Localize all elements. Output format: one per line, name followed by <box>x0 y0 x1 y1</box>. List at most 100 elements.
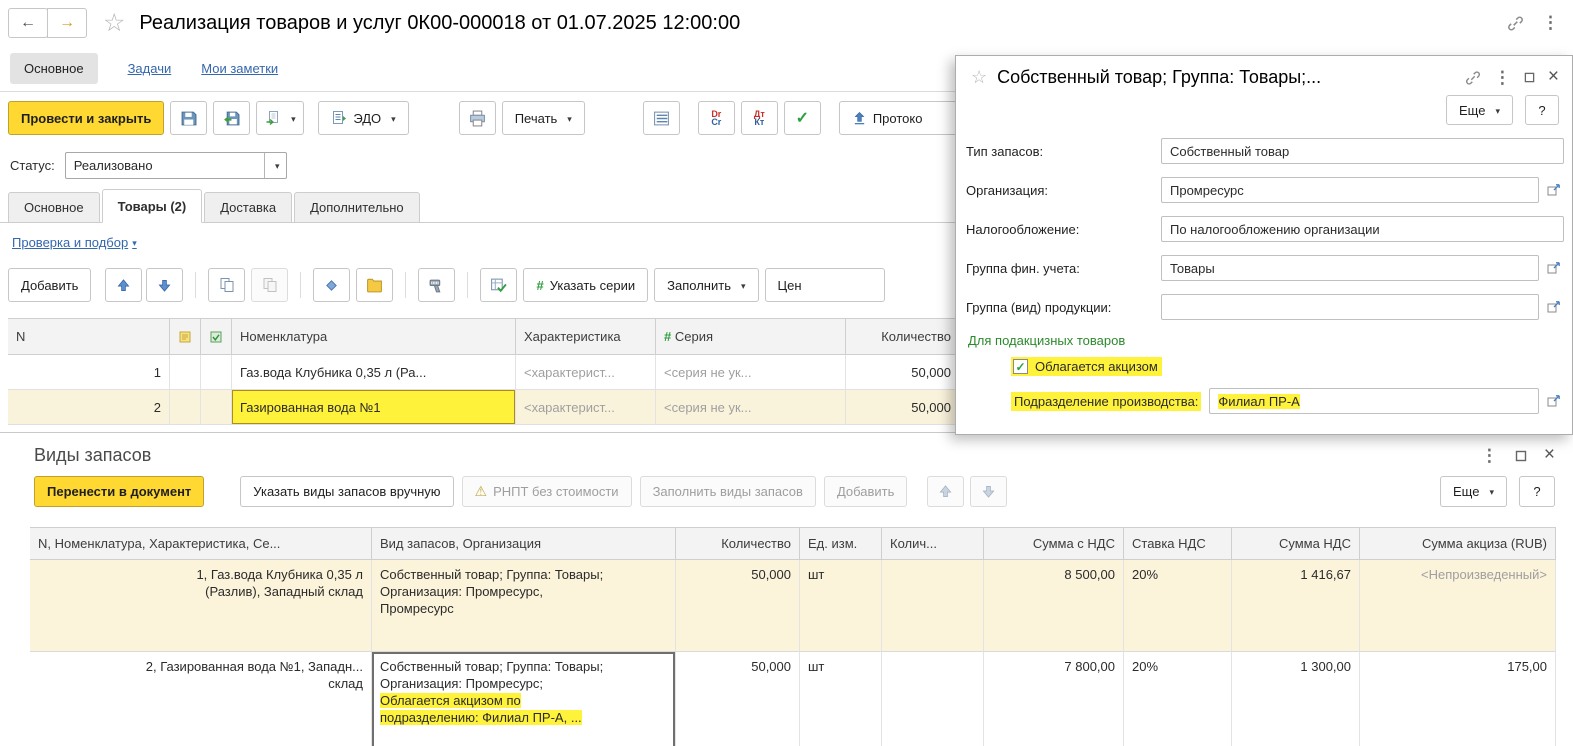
prod-group-open-button[interactable] <box>1544 297 1564 317</box>
tab-delivery[interactable]: Доставка <box>204 192 293 222</box>
cell-quantity2[interactable] <box>882 560 984 652</box>
save-button[interactable] <box>170 101 208 135</box>
open-folder-button[interactable] <box>356 268 394 302</box>
cell-item[interactable]: 1, Газ.вода Клубника 0,35 л (Разлив), За… <box>30 560 372 652</box>
taxation-input[interactable]: По налогообложению организации <box>1161 216 1564 242</box>
cell-excise-sum[interactable]: 175,00 <box>1360 652 1556 746</box>
organization-input[interactable]: Промресурс <box>1161 177 1539 203</box>
edo-button[interactable]: ЭДО <box>318 101 409 135</box>
move-down-button[interactable] <box>146 268 184 302</box>
panel-maximize-icon[interactable] <box>1515 450 1527 462</box>
cell-quantity[interactable]: 50,000 <box>846 390 960 425</box>
cell-vat-sum[interactable]: 1 300,00 <box>1232 652 1360 746</box>
division-open-button[interactable] <box>1544 391 1564 411</box>
tab-additional[interactable]: Дополнительно <box>294 192 420 222</box>
nav-item-notes[interactable]: Мои заметки <box>201 61 278 76</box>
stock-more-button[interactable]: Еще <box>1440 476 1507 507</box>
cell-series[interactable]: <серия не ук... <box>656 355 846 390</box>
stock-move-down-button[interactable] <box>970 476 1008 507</box>
panel-close-icon[interactable] <box>1544 448 1555 463</box>
fill-button[interactable]: Заполнить <box>654 268 759 302</box>
cell-flag-2[interactable] <box>201 390 232 425</box>
fin-group-input[interactable]: Товары <box>1161 255 1539 281</box>
copy-link-icon[interactable] <box>1465 70 1481 86</box>
cell-flag-2[interactable] <box>201 355 232 390</box>
post-and-close-button[interactable]: Провести и закрыть <box>8 101 165 135</box>
cell-n[interactable]: 1 <box>8 355 170 390</box>
fill-stock-kinds-button[interactable]: Заполнить виды запасов <box>639 476 816 507</box>
cell-sum-vat[interactable]: 8 500,00 <box>984 560 1124 652</box>
cell-flag-1[interactable] <box>170 355 201 390</box>
cell-vat-sum[interactable]: 1 416,67 <box>1232 560 1360 652</box>
check-and-pick-link[interactable]: Проверка и подбор <box>12 235 137 250</box>
back-button[interactable] <box>8 8 48 38</box>
copy-row-button[interactable] <box>208 268 246 302</box>
cell-characteristic[interactable]: <характерист... <box>516 355 656 390</box>
cell-kind[interactable]: Собственный товар; Группа: Товары; Орган… <box>372 560 676 652</box>
barcode-scanner-button[interactable] <box>418 268 456 302</box>
nav-item-main[interactable]: Основное <box>10 53 98 84</box>
create-based-on-button[interactable] <box>256 101 305 135</box>
panel-more-menu-icon[interactable] <box>1481 446 1498 466</box>
cell-unit[interactable]: шт <box>800 652 882 746</box>
add-row-button[interactable]: Добавить <box>8 268 92 302</box>
dr-cr-button[interactable]: Dr Cr <box>697 101 735 135</box>
cell-quantity[interactable]: 50,000 <box>846 355 960 390</box>
division-input[interactable]: Филиал ПР-А <box>1209 388 1539 414</box>
status-combobox[interactable]: Реализовано <box>64 151 287 179</box>
organization-open-button[interactable] <box>1544 180 1564 200</box>
excise-group-header[interactable]: Для подакцизных товаров <box>968 333 1564 348</box>
copy-link-icon[interactable] <box>1507 15 1524 32</box>
cell-kind-selected[interactable]: Собственный товар; Группа: Товары; Орган… <box>372 652 676 746</box>
dt-kt-button[interactable]: Дт Кт <box>740 101 778 135</box>
cell-excise-sum[interactable]: <Непроизведенный> <box>1360 560 1556 652</box>
print-icon-button[interactable] <box>458 101 496 135</box>
card-help-button[interactable]: ? <box>1525 95 1559 125</box>
structure-button[interactable] <box>313 268 351 302</box>
prices-button[interactable]: Цен <box>764 268 885 302</box>
cell-nomenclature-selected[interactable]: Газированная вода №1 <box>232 390 516 425</box>
cell-quantity[interactable]: 50,000 <box>676 560 800 652</box>
stock-move-up-button[interactable] <box>927 476 965 507</box>
close-icon[interactable] <box>1548 70 1559 85</box>
cell-vat-rate[interactable]: 20% <box>1124 652 1232 746</box>
favorite-star-icon[interactable] <box>103 8 125 38</box>
fill-table-button[interactable] <box>480 268 518 302</box>
stock-type-input[interactable]: Собственный товар <box>1161 138 1564 164</box>
cell-vat-rate[interactable]: 20% <box>1124 560 1232 652</box>
cell-sum-vat[interactable]: 7 800,00 <box>984 652 1124 746</box>
add-stock-row-button[interactable]: Добавить <box>823 476 908 507</box>
cell-quantity2[interactable] <box>882 652 984 746</box>
specify-series-button[interactable]: Указать серии <box>523 268 649 302</box>
cell-series[interactable]: <серия не ук... <box>656 390 846 425</box>
forward-button[interactable] <box>47 8 87 38</box>
specify-kinds-manually-button[interactable]: Указать виды запасов вручную <box>240 476 454 507</box>
card-more-button[interactable]: Еще <box>1446 95 1513 125</box>
stock-help-button[interactable]: ? <box>1519 476 1555 507</box>
cell-item[interactable]: 2, Газированная вода №1, Западн... склад <box>30 652 372 746</box>
cell-quantity[interactable]: 50,000 <box>676 652 800 746</box>
fin-group-open-button[interactable] <box>1544 258 1564 278</box>
tab-main[interactable]: Основное <box>8 192 100 222</box>
maximize-icon[interactable] <box>1524 72 1535 83</box>
prod-group-input[interactable] <box>1161 294 1539 320</box>
favorite-star-icon[interactable] <box>971 67 987 88</box>
more-menu-icon[interactable] <box>1542 13 1559 33</box>
more-menu-icon[interactable] <box>1494 68 1511 88</box>
cell-n[interactable]: 2 <box>8 390 170 425</box>
paste-row-button[interactable] <box>251 268 289 302</box>
transfer-to-document-button[interactable]: Перенести в документ <box>34 476 205 507</box>
cell-flag-1[interactable] <box>170 390 201 425</box>
cell-characteristic[interactable]: <характерист... <box>516 390 656 425</box>
tab-goods[interactable]: Товары (2) <box>101 189 203 223</box>
print-button[interactable]: Печать <box>501 101 585 135</box>
excise-checkbox[interactable] <box>1013 359 1028 374</box>
move-up-button[interactable] <box>105 268 143 302</box>
rnpt-without-cost-button[interactable]: РНПТ без стоимости <box>461 476 632 507</box>
nav-item-tasks[interactable]: Задачи <box>128 61 172 76</box>
cell-nomenclature[interactable]: Газ.вода Клубника 0,35 л (Ра... <box>232 355 516 390</box>
register-records-button[interactable] <box>642 101 680 135</box>
cell-unit[interactable]: шт <box>800 560 882 652</box>
status-dropdown-button[interactable] <box>263 152 286 178</box>
check-document-button[interactable] <box>783 101 821 135</box>
